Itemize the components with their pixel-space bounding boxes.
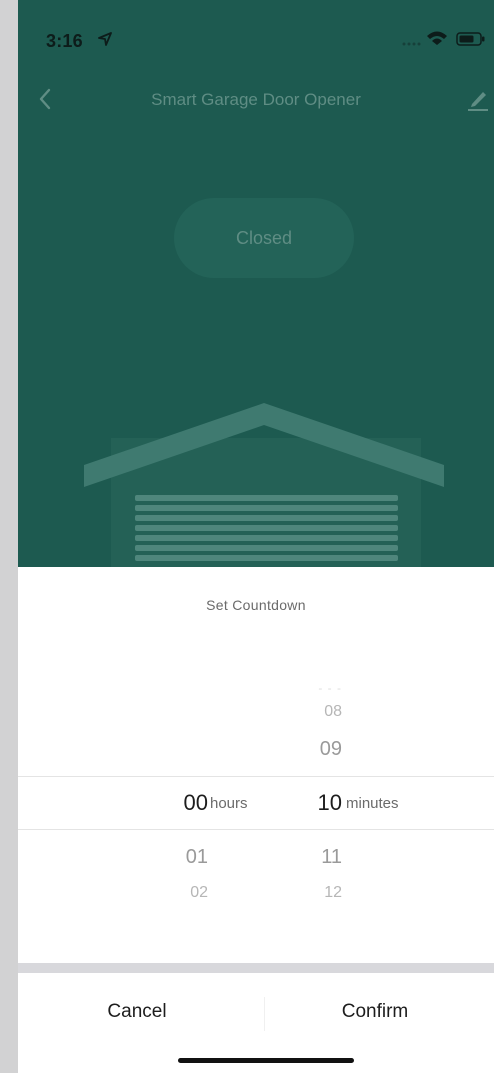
garage-illustration	[84, 403, 444, 567]
picker-selection-bottom-line	[18, 829, 494, 830]
wifi-icon	[426, 30, 448, 51]
cancel-button[interactable]: Cancel	[18, 973, 256, 1051]
hours-unit-label: hours	[210, 795, 248, 812]
hour-option[interactable]: 02	[128, 884, 208, 902]
minute-option[interactable]: 09	[272, 738, 342, 761]
minute-option-faded: - - -	[272, 684, 342, 690]
status-bar: 3:16	[18, 0, 494, 70]
minute-option[interactable]: 12	[272, 884, 342, 902]
status-time: 3:16	[46, 31, 83, 51]
confirm-button[interactable]: Confirm	[256, 973, 494, 1051]
minutes-unit-label: minutes	[346, 795, 399, 812]
door-status-badge: Closed	[174, 198, 354, 278]
signal-icon	[401, 34, 421, 52]
location-arrow-icon	[98, 32, 112, 51]
home-indicator[interactable]	[178, 1058, 354, 1063]
app-screen: 3:16 Smart Garage Door Opener Closed Set…	[18, 0, 494, 1073]
hour-option[interactable]: 01	[128, 846, 208, 869]
countdown-sheet: Set Countdown - - - 08 09 00 hours 10 mi…	[18, 567, 494, 1073]
section-divider	[18, 963, 494, 973]
battery-icon	[456, 32, 486, 51]
minute-option[interactable]: 08	[272, 703, 342, 721]
device-header: 3:16 Smart Garage Door Opener Closed	[18, 0, 494, 567]
selected-hours-value[interactable]: 00	[128, 790, 208, 816]
edit-pencil-icon[interactable]	[466, 88, 490, 117]
sheet-title: Set Countdown	[206, 597, 306, 613]
picker-selection-top-line	[18, 776, 494, 777]
page-title: Smart Garage Door Opener	[151, 90, 361, 109]
selected-minutes-value[interactable]: 10	[272, 790, 342, 816]
nav-bar: Smart Garage Door Opener	[18, 80, 494, 120]
minute-option[interactable]: 11	[272, 846, 342, 869]
